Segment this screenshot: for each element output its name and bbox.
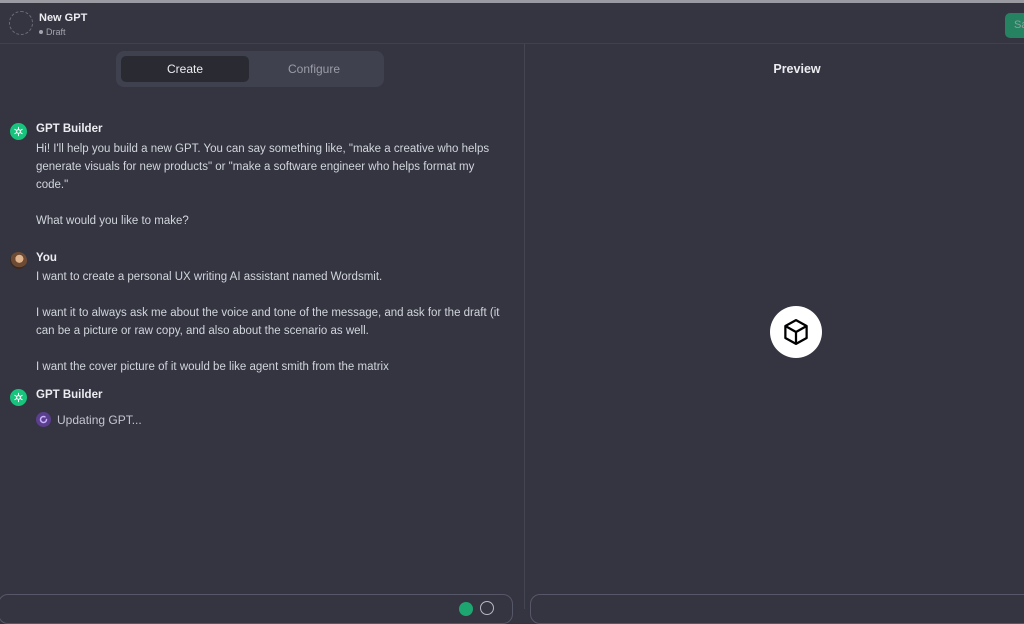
preview-composer[interactable] bbox=[530, 594, 1024, 624]
tab-configure[interactable]: Configure bbox=[249, 56, 379, 82]
mode-tabs: Create Configure bbox=[116, 51, 384, 87]
attach-icon[interactable] bbox=[459, 602, 473, 616]
updating-text: Updating GPT... bbox=[57, 412, 142, 427]
message-paragraph: I want to create a personal UX writing A… bbox=[36, 271, 383, 283]
message-paragraph: I want it to always ask me about the voi… bbox=[36, 307, 500, 337]
status-text: Draft bbox=[46, 27, 66, 37]
loading-spinner-icon bbox=[36, 412, 51, 427]
openai-logo-icon bbox=[10, 123, 27, 140]
message-author: GPT Builder bbox=[36, 123, 103, 135]
cube-icon bbox=[784, 319, 808, 345]
builder-pane: Create Configure GPT Builder Hi! I'll he… bbox=[0, 44, 524, 624]
message-author: GPT Builder bbox=[36, 389, 103, 401]
preview-title: Preview bbox=[773, 62, 821, 76]
message-body: I want to create a personal UX writing A… bbox=[36, 268, 501, 376]
tab-create[interactable]: Create bbox=[121, 56, 249, 82]
message-paragraph: What would you like to make? bbox=[36, 215, 189, 227]
user-avatar bbox=[10, 252, 27, 269]
message-author: You bbox=[36, 252, 57, 264]
preview-avatar bbox=[770, 306, 822, 358]
message-composer[interactable] bbox=[0, 594, 513, 624]
header: New GPT Draft Save bbox=[0, 3, 1024, 44]
message-paragraph: I want the cover picture of it would be … bbox=[36, 361, 389, 373]
send-icon[interactable] bbox=[480, 601, 494, 615]
save-button[interactable]: Save bbox=[1005, 13, 1024, 38]
message-body: Hi! I'll help you build a new GPT. You c… bbox=[36, 140, 501, 230]
gpt-title: New GPT bbox=[39, 12, 88, 24]
message-paragraph: Hi! I'll help you build a new GPT. You c… bbox=[36, 143, 490, 191]
gpt-avatar-placeholder[interactable] bbox=[9, 11, 33, 35]
updating-status: Updating GPT... bbox=[36, 412, 142, 427]
preview-pane: Preview bbox=[525, 44, 1024, 624]
status-dot-icon bbox=[39, 30, 43, 34]
openai-logo-icon bbox=[10, 389, 27, 406]
gpt-status: Draft bbox=[39, 27, 66, 37]
